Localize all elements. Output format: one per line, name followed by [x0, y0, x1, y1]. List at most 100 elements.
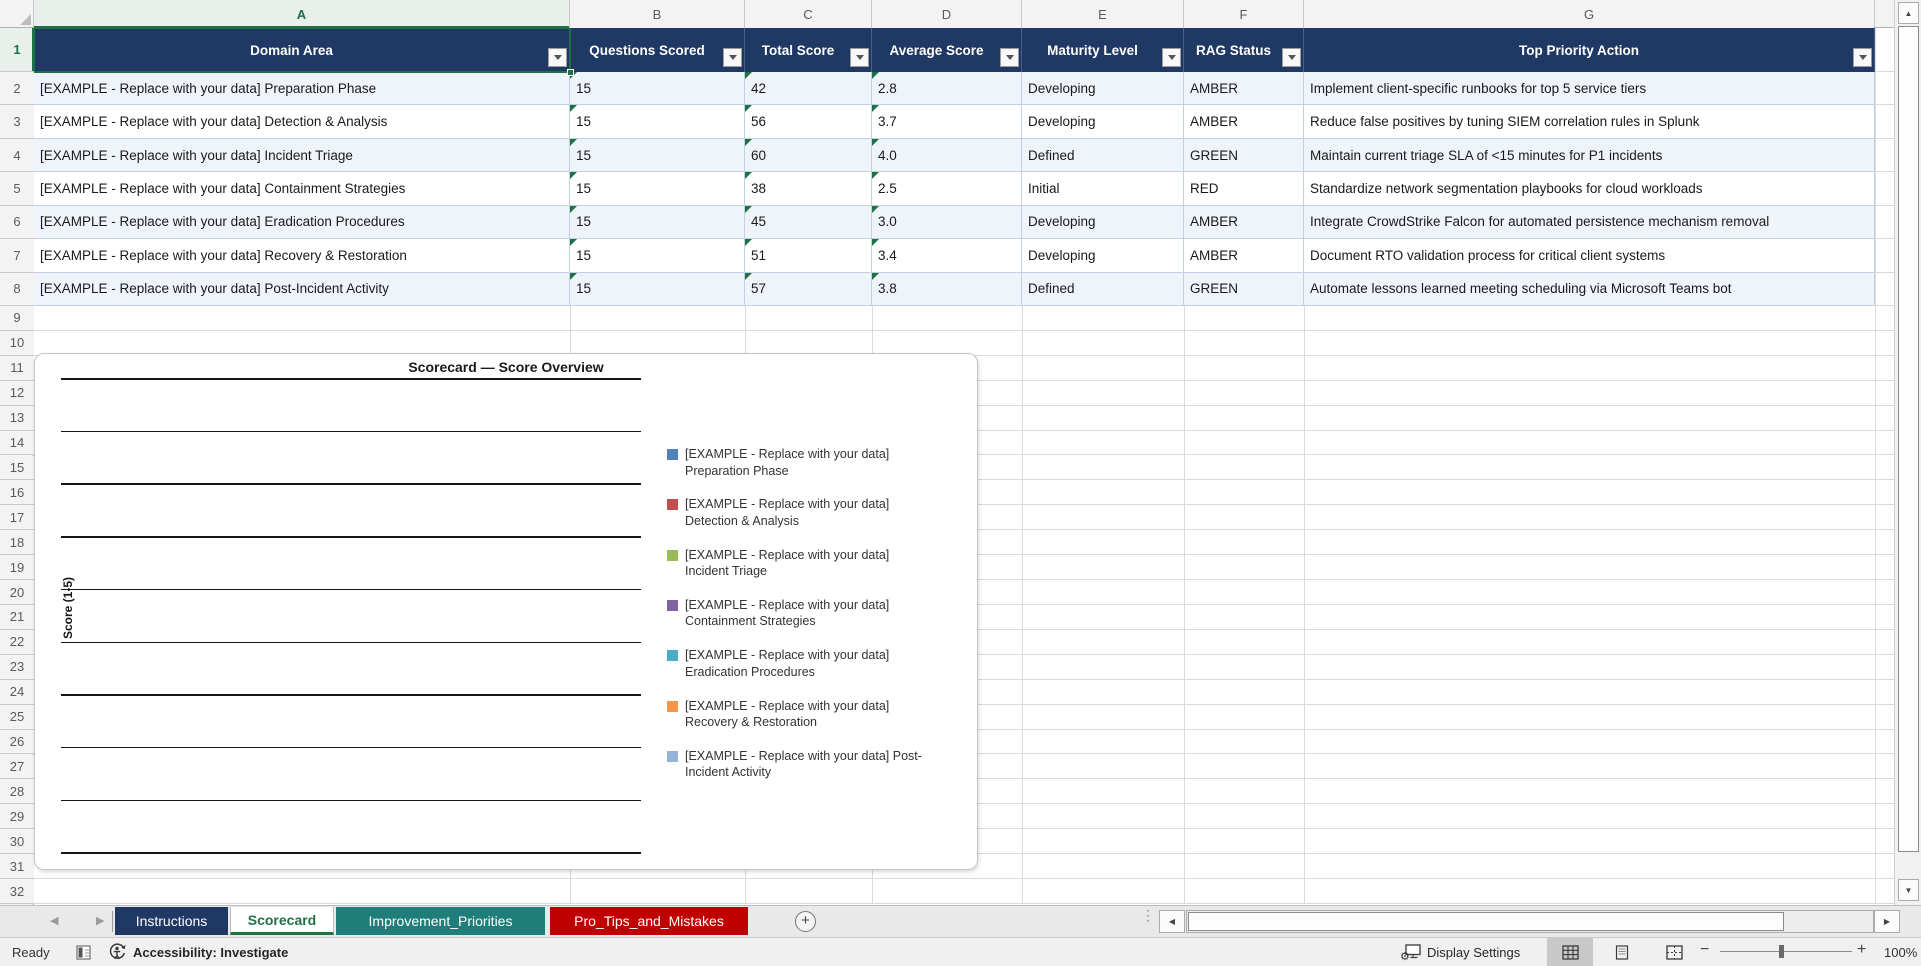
cell-B8[interactable]: 15 [570, 272, 745, 306]
row-header-20[interactable]: 20 [0, 580, 34, 605]
horizontal-scrollbar[interactable] [1186, 910, 1874, 933]
cell-D3[interactable]: 3.7 [872, 105, 1022, 139]
cell-E2[interactable]: Developing [1022, 72, 1184, 106]
cell-C6[interactable]: 45 [745, 205, 872, 240]
cell-D6[interactable]: 3.0 [872, 205, 1022, 240]
tab-splitter-handle[interactable]: ⋮ [1141, 908, 1155, 922]
hscroll-left-button[interactable]: ◀ [1159, 910, 1185, 933]
filter-button-E[interactable] [1162, 48, 1181, 67]
vertical-scrollbar-thumb[interactable] [1898, 26, 1919, 852]
table-header-cell-B1[interactable]: Questions Scored [570, 28, 745, 72]
row-header-27[interactable]: 27 [0, 754, 34, 780]
cell-E6[interactable]: Developing [1022, 205, 1184, 240]
cell-B6[interactable]: 15 [570, 205, 745, 240]
table-header-cell-E1[interactable]: Maturity Level [1022, 28, 1184, 72]
row-header-28[interactable]: 28 [0, 779, 34, 805]
vertical-scrollbar[interactable]: ▲ ▼ [1894, 0, 1921, 905]
row-header-24[interactable]: 24 [0, 679, 34, 705]
cell-F6[interactable]: AMBER [1184, 205, 1304, 240]
column-header-F[interactable]: F [1184, 0, 1304, 28]
embedded-chart[interactable]: Scorecard — Score Overview Score (1-5) [… [34, 353, 978, 870]
row-header-14[interactable]: 14 [0, 430, 34, 456]
row-header-11[interactable]: 11 [0, 355, 34, 381]
column-header-G[interactable]: G [1304, 0, 1875, 28]
filter-button-A[interactable] [548, 48, 567, 67]
row-header-32[interactable]: 32 [0, 879, 34, 904]
filter-button-D[interactable] [1000, 48, 1019, 67]
cell-E8[interactable]: Defined [1022, 272, 1184, 306]
row-header-16[interactable]: 16 [0, 480, 34, 506]
accessibility-status-button[interactable]: Accessibility: Investigate [108, 938, 288, 966]
filter-button-G[interactable] [1853, 48, 1872, 67]
cell-G5[interactable]: Standardize network segmentation playboo… [1304, 172, 1875, 206]
cell-B3[interactable]: 15 [570, 105, 745, 139]
column-header-A[interactable]: A [34, 0, 570, 28]
cell-C5[interactable]: 38 [745, 172, 872, 206]
zoom-level[interactable]: 100% [1884, 938, 1917, 966]
cell-C8[interactable]: 57 [745, 272, 872, 306]
scroll-down-button[interactable]: ▼ [1898, 879, 1919, 901]
row-header-13[interactable]: 13 [0, 405, 34, 431]
cell-E3[interactable]: Developing [1022, 105, 1184, 139]
cell-D4[interactable]: 4.0 [872, 138, 1022, 173]
sheet-tab-instructions[interactable]: Instructions [115, 907, 228, 935]
row-header-25[interactable]: 25 [0, 704, 34, 730]
cell-C4[interactable]: 60 [745, 138, 872, 173]
row-header-6[interactable]: 6 [0, 205, 34, 240]
cell-F3[interactable]: AMBER [1184, 105, 1304, 139]
sheet-tab-improvement_priorities[interactable]: Improvement_Priorities [336, 907, 545, 935]
cell-B7[interactable]: 15 [570, 239, 745, 273]
scroll-up-button[interactable]: ▲ [1898, 2, 1919, 24]
cell-C3[interactable]: 56 [745, 105, 872, 139]
cell-E5[interactable]: Initial [1022, 172, 1184, 206]
cell-A4[interactable]: [EXAMPLE - Replace with your data] Incid… [34, 138, 570, 173]
cell-G8[interactable]: Automate lessons learned meeting schedul… [1304, 272, 1875, 306]
cell-D8[interactable]: 3.8 [872, 272, 1022, 306]
row-header-29[interactable]: 29 [0, 804, 34, 830]
cell-A3[interactable]: [EXAMPLE - Replace with your data] Detec… [34, 105, 570, 139]
row-header-21[interactable]: 21 [0, 605, 34, 630]
row-header-30[interactable]: 30 [0, 829, 34, 855]
column-header-C[interactable]: C [745, 0, 872, 28]
cell-F2[interactable]: AMBER [1184, 72, 1304, 106]
cell-B5[interactable]: 15 [570, 172, 745, 206]
cell-A6[interactable]: [EXAMPLE - Replace with your data] Eradi… [34, 205, 570, 240]
horizontal-scrollbar-thumb[interactable] [1188, 912, 1784, 931]
cell-D7[interactable]: 3.4 [872, 239, 1022, 273]
row-header-4[interactable]: 4 [0, 138, 34, 173]
filter-button-B[interactable] [723, 48, 742, 67]
display-settings-button[interactable]: ⚙ Display Settings [1400, 938, 1520, 966]
row-header-8[interactable]: 8 [0, 272, 34, 306]
hscroll-right-button[interactable]: ▶ [1874, 910, 1900, 933]
cell-A8[interactable]: [EXAMPLE - Replace with your data] Post-… [34, 272, 570, 306]
cell-F7[interactable]: AMBER [1184, 239, 1304, 273]
cell-F5[interactable]: RED [1184, 172, 1304, 206]
macro-record-button[interactable] [76, 938, 91, 966]
cell-A2[interactable]: [EXAMPLE - Replace with your data] Prepa… [34, 72, 570, 106]
cell-E4[interactable]: Defined [1022, 138, 1184, 173]
filter-button-C[interactable] [850, 48, 869, 67]
page-layout-view-button[interactable] [1599, 938, 1645, 966]
row-header-15[interactable]: 15 [0, 455, 34, 481]
table-header-cell-G1[interactable]: Top Priority Action [1304, 28, 1875, 72]
cell-C2[interactable]: 42 [745, 72, 872, 106]
tab-scroll-left-icon[interactable]: ◀ [50, 914, 58, 927]
cell-B4[interactable]: 15 [570, 138, 745, 173]
column-header-B[interactable]: B [570, 0, 745, 28]
row-header-17[interactable]: 17 [0, 505, 34, 531]
sheet-tab-pro_tips_and_mistakes[interactable]: Pro_Tips_and_Mistakes [550, 907, 748, 935]
zoom-slider-track[interactable] [1720, 951, 1852, 952]
cell-D5[interactable]: 2.5 [872, 172, 1022, 206]
zoom-out-button[interactable]: − [1700, 941, 1709, 959]
row-header-10[interactable]: 10 [0, 330, 34, 356]
row-header-18[interactable]: 18 [0, 530, 34, 556]
sheet-tab-scorecard[interactable]: Scorecard [230, 907, 334, 935]
row-header-5[interactable]: 5 [0, 172, 34, 206]
cell-A5[interactable]: [EXAMPLE - Replace with your data] Conta… [34, 172, 570, 206]
cell-G6[interactable]: Integrate CrowdStrike Falcon for automat… [1304, 205, 1875, 240]
column-header-D[interactable]: D [872, 0, 1022, 28]
normal-view-button[interactable] [1547, 938, 1593, 966]
row-header-19[interactable]: 19 [0, 555, 34, 581]
column-header-E[interactable]: E [1022, 0, 1184, 28]
page-break-preview-button[interactable] [1651, 938, 1697, 966]
